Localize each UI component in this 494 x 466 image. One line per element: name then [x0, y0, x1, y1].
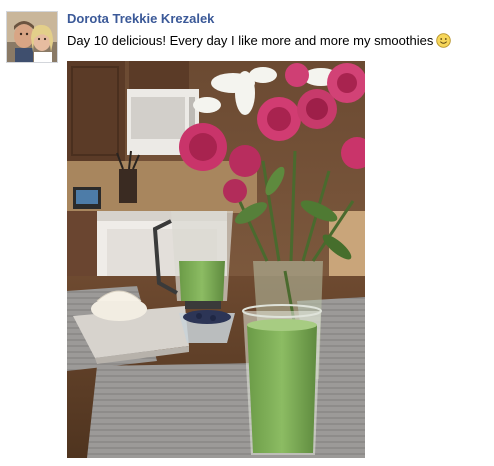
post-message-text: Day 10 delicious! Every day I like more … [67, 33, 434, 48]
smiley-face-icon [436, 33, 452, 51]
feed-post: Dorota Trekkie Krezalek Day 10 delicious… [0, 0, 494, 466]
post-photo[interactable] [67, 61, 365, 458]
avatar[interactable] [6, 11, 58, 63]
post-message: Day 10 delicious! Every day I like more … [67, 33, 452, 51]
author-name-link[interactable]: Dorota Trekkie Krezalek [67, 11, 214, 26]
